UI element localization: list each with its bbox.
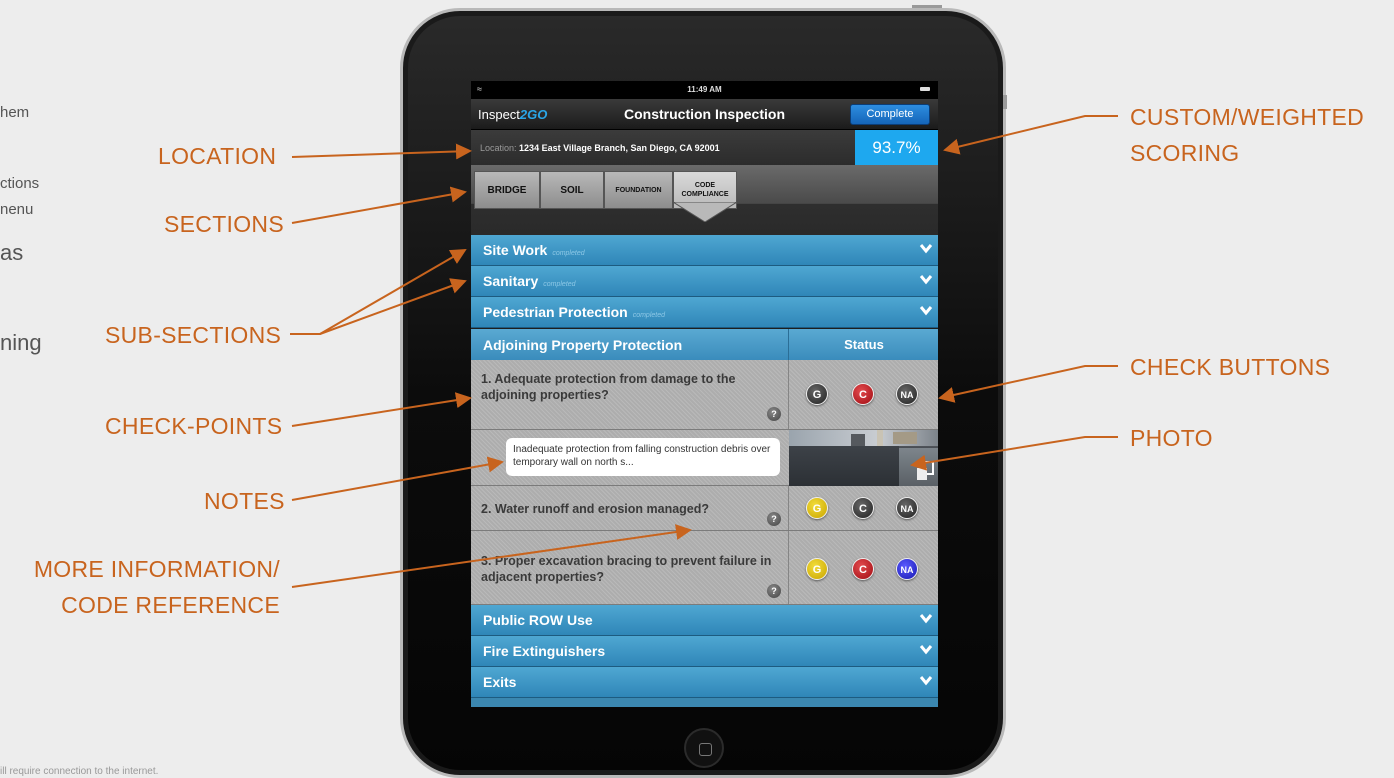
check-button-correction[interactable]: C — [852, 383, 874, 405]
section-pedestrian-protection-label: Pedestrian Protection — [483, 304, 628, 320]
status-column-header: Status — [788, 329, 938, 360]
note-field[interactable]: Inadequate protection from falling const… — [506, 438, 780, 476]
tab-bridge[interactable]: BRIDGE — [474, 171, 540, 209]
section-site-work[interactable]: Site Work completed — [471, 235, 938, 266]
section-public-row-use-label: Public ROW Use — [483, 612, 593, 628]
section-sanitary-label: Sanitary — [483, 273, 539, 289]
check-button-correction[interactable]: C — [852, 497, 874, 519]
tablet-screen: ≈ 11:49 AM Inspect2GO Construction Inspe… — [471, 81, 938, 707]
completed-tag: completed — [552, 250, 585, 257]
chevron-down-icon — [919, 244, 933, 254]
expand-icon — [917, 461, 934, 480]
callout-sections: SECTIONS — [164, 211, 284, 237]
check-button-na[interactable]: NA — [896, 558, 918, 580]
section-sanitary[interactable]: Sanitary completed — [471, 266, 938, 297]
callout-location: LOCATION — [158, 143, 277, 169]
section-site-work-label: Site Work — [483, 242, 548, 258]
active-tab-pointer — [673, 202, 737, 222]
location-value: 1234 East Village Branch, San Diego, CA … — [519, 143, 720, 153]
photo-thumbnail[interactable] — [789, 430, 938, 486]
checkpoint-text-1: 1. Adequate protection from damage to th… — [481, 372, 736, 402]
chevron-down-icon — [919, 275, 933, 285]
row-divider — [788, 360, 789, 429]
battery-icon — [920, 87, 930, 91]
row-divider — [788, 531, 789, 604]
check-button-good[interactable]: G — [806, 383, 828, 405]
home-button[interactable] — [684, 728, 724, 768]
bg-fragment-6: ill require connection to the internet. — [0, 766, 159, 777]
checkpoint-row-2: 2. Water runoff and erosion managed? ? G… — [471, 486, 938, 531]
row-divider — [788, 486, 789, 530]
check-button-good[interactable]: G — [806, 497, 828, 519]
callout-custom-scoring-line2: SCORING — [1130, 140, 1240, 166]
location-bar[interactable]: Location: 1234 East Village Branch, San … — [471, 130, 855, 165]
chevron-down-icon — [919, 614, 933, 624]
chevron-down-icon — [919, 676, 933, 686]
status-time: 11:49 AM — [687, 85, 722, 94]
section-exits-label: Exits — [483, 674, 517, 690]
check-button-good[interactable]: G — [806, 558, 828, 580]
callout-more-info-line2: CODE REFERENCE — [61, 592, 280, 618]
bg-fragment-1: hem — [0, 104, 30, 121]
checkpoint-row-1: 1. Adequate protection from damage to th… — [471, 360, 938, 430]
callout-photo: PHOTO — [1130, 425, 1213, 451]
status-bar: ≈ 11:49 AM — [471, 81, 938, 99]
section-public-row-use[interactable]: Public ROW Use — [471, 605, 938, 636]
bg-fragment-3: nenu — [0, 201, 34, 218]
checkpoint-text-2: 2. Water runoff and erosion managed? — [481, 502, 710, 516]
power-button — [912, 5, 942, 8]
section-pedestrian-protection[interactable]: Pedestrian Protection completed — [471, 297, 938, 328]
check-button-na[interactable]: NA — [896, 497, 918, 519]
checkpoint-row-3: 3. Proper excavation bracing to prevent … — [471, 531, 938, 605]
completed-tag: completed — [543, 281, 576, 288]
callout-check-buttons: CHECK BUTTONS — [1130, 354, 1331, 380]
callout-notes: NOTES — [204, 488, 285, 514]
section-exits[interactable]: Exits — [471, 667, 938, 698]
section-fire-extinguishers[interactable]: Fire Extinguishers — [471, 636, 938, 667]
checkpoint-text-3: 3. Proper excavation bracing to prevent … — [481, 554, 772, 584]
volume-button — [1003, 95, 1007, 109]
help-icon[interactable]: ? — [767, 512, 781, 526]
section-adjoining-property-protection[interactable]: Adjoining Property Protection Status — [471, 329, 938, 361]
complete-button[interactable]: Complete — [850, 104, 930, 125]
score-badge: 93.7% — [855, 130, 938, 165]
section-tabs: BRIDGE SOIL FOUNDATION CODE COMPLIANCE — [471, 165, 938, 235]
bg-fragment-2: ctions — [0, 175, 40, 192]
callout-more-info-line1: MORE INFORMATION/ — [33, 556, 280, 582]
callout-check-points: CHECK-POINTS — [105, 413, 283, 439]
chevron-down-icon — [919, 645, 933, 655]
completed-tag: completed — [632, 312, 665, 319]
list-footer — [471, 698, 938, 707]
callout-sub-sections: SUB-SECTIONS — [105, 322, 282, 348]
check-button-na[interactable]: NA — [896, 383, 918, 405]
section-fire-extinguishers-label: Fire Extinguishers — [483, 643, 606, 659]
bg-fragment-4: as — [0, 240, 24, 265]
nav-bar: Inspect2GO Construction Inspection Compl… — [471, 99, 938, 130]
tab-soil[interactable]: SOIL — [540, 171, 604, 209]
help-icon[interactable]: ? — [767, 407, 781, 421]
location-label: Location: — [480, 143, 517, 153]
open-section-label: Adjoining Property Protection — [483, 337, 683, 353]
help-icon[interactable]: ? — [767, 584, 781, 598]
callout-custom-scoring-line1: CUSTOM/WEIGHTED — [1130, 104, 1365, 130]
check-button-correction[interactable]: C — [852, 558, 874, 580]
chevron-down-icon — [919, 306, 933, 316]
bg-fragment-5: ning — [0, 330, 42, 355]
tab-foundation[interactable]: FOUNDATION — [604, 171, 673, 209]
